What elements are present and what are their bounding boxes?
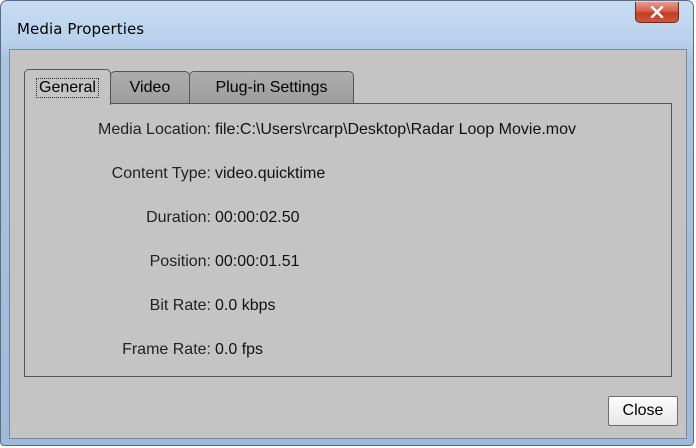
property-row-frame-rate: Frame Rate: 0.0 fps xyxy=(25,341,671,361)
property-value: 00:00:02.50 xyxy=(215,209,300,226)
dialog-body: General Video Plug-in Settings Media Loc… xyxy=(9,49,687,439)
property-value: 00:00:01.51 xyxy=(215,253,300,270)
close-button[interactable]: Close xyxy=(608,396,678,426)
property-value: 0.0 fps xyxy=(215,341,264,358)
property-row-duration: Duration: 00:00:02.50 xyxy=(25,209,671,229)
property-value: file:C:\Users\rcarp\Desktop\Radar Loop M… xyxy=(215,121,577,138)
property-label: Position: xyxy=(149,253,211,270)
tab-video[interactable]: Video xyxy=(110,71,190,104)
tab-general-label: General xyxy=(36,77,99,98)
close-icon xyxy=(650,6,664,18)
media-properties-window: Media Properties General Video Plug-in S… xyxy=(0,0,694,446)
general-panel: Media Location: file:C:\Users\rcarp\Desk… xyxy=(24,103,672,377)
tab-video-label: Video xyxy=(129,79,171,96)
property-value: 0.0 kbps xyxy=(215,297,276,314)
property-row-content-type: Content Type: video.quicktime xyxy=(25,165,671,185)
window-close-button[interactable] xyxy=(635,2,679,23)
property-row-media-location: Media Location: file:C:\Users\rcarp\Desk… xyxy=(25,121,671,141)
tab-plugin-settings-label: Plug-in Settings xyxy=(215,79,328,96)
property-row-position: Position: 00:00:01.51 xyxy=(25,253,671,273)
property-label: Content Type: xyxy=(111,165,211,182)
tab-general[interactable]: General xyxy=(24,69,111,105)
property-value: video.quicktime xyxy=(215,165,326,182)
property-row-bit-rate: Bit Rate: 0.0 kbps xyxy=(25,297,671,317)
property-label: Duration: xyxy=(146,209,211,226)
property-label: Bit Rate: xyxy=(149,297,211,314)
property-label: Media Location: xyxy=(98,121,211,138)
tab-plugin-settings[interactable]: Plug-in Settings xyxy=(189,71,354,104)
window-title: Media Properties xyxy=(17,20,145,38)
property-label: Frame Rate: xyxy=(122,341,211,358)
title-bar[interactable]: Media Properties xyxy=(1,1,693,49)
